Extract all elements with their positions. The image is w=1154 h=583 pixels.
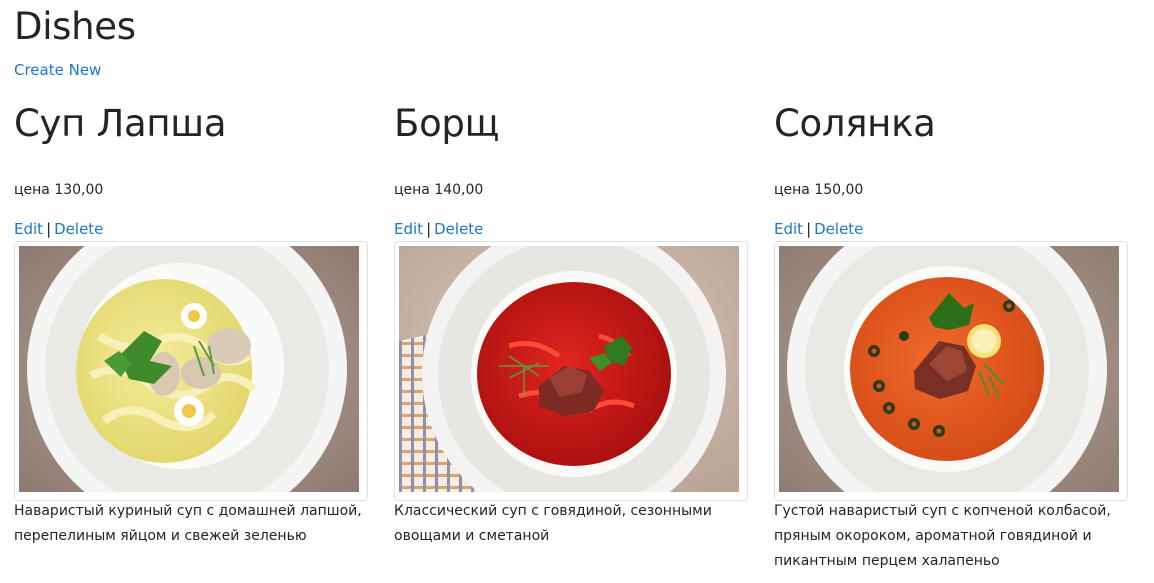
dish-card: Солянка цена 150,00 Edit | Delete Густой… (774, 96, 1128, 569)
dish-image (14, 241, 368, 501)
separator: | (46, 220, 52, 238)
dish-description: Наваристый куриный суп с домашней лапшой… (14, 503, 362, 544)
edit-link[interactable]: Edit (774, 220, 803, 238)
dish-actions: Edit | Delete (774, 218, 863, 240)
dish-description: Густой наваристый суп с копченой колбасо… (774, 503, 1111, 569)
separator: | (806, 220, 812, 238)
delete-link[interactable]: Delete (54, 220, 103, 238)
delete-link[interactable]: Delete (814, 220, 863, 238)
solyanka-photo-icon (779, 246, 1119, 492)
dish-image (394, 241, 748, 501)
dish-actions: Edit | Delete (394, 218, 483, 240)
page: Dishes Create New Суп Лапша цена 130,00 … (0, 0, 1154, 583)
borscht-photo-icon (399, 246, 739, 492)
dish-price: цена 140,00 (394, 182, 484, 198)
dish-name: Суп Лапша (14, 102, 227, 145)
dish-name: Борщ (394, 102, 500, 145)
edit-link[interactable]: Edit (394, 220, 423, 238)
dish-price: цена 130,00 (14, 182, 104, 198)
edit-link[interactable]: Edit (14, 220, 43, 238)
dish-actions: Edit | Delete (14, 218, 103, 240)
noodle-soup-photo-icon (19, 246, 359, 492)
page-title: Dishes (14, 5, 136, 48)
create-new-link[interactable]: Create New (14, 59, 101, 81)
delete-link[interactable]: Delete (434, 220, 483, 238)
dish-card: Борщ цена 140,00 Edit | Delete Классичес… (394, 96, 748, 544)
dish-name: Солянка (774, 102, 936, 145)
dish-description: Классический суп с говядиной, сезонными … (394, 503, 712, 544)
dish-image (774, 241, 1128, 501)
dish-card: Суп Лапша цена 130,00 Edit | Delete Нава… (14, 96, 368, 544)
dish-price: цена 150,00 (774, 182, 864, 198)
separator: | (426, 220, 432, 238)
